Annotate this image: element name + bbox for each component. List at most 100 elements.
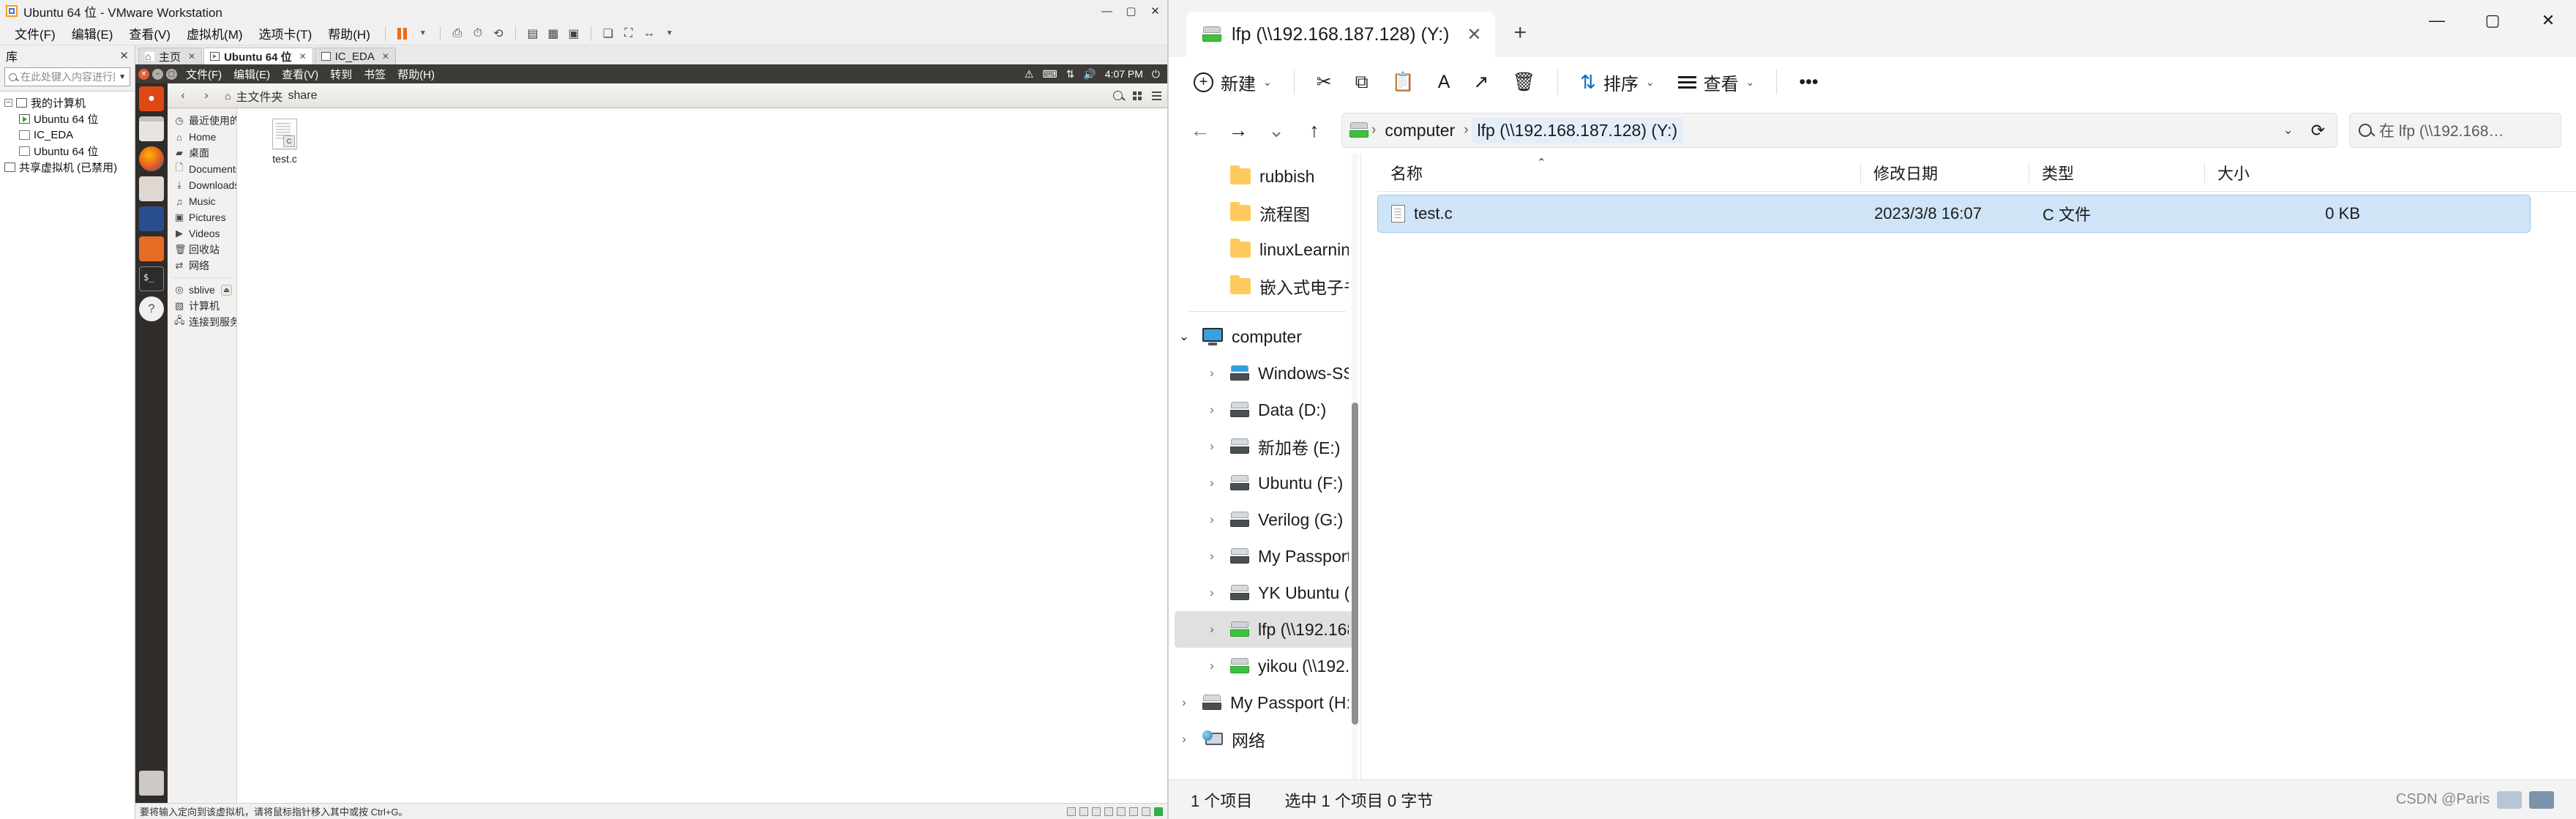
- view-button[interactable]: 查看 ⌄: [1668, 64, 1765, 100]
- network-icon[interactable]: ⇅: [1066, 68, 1075, 81]
- library-item-my-computer[interactable]: − 我的计算机: [0, 94, 135, 111]
- nav-item-windows-ssd-c[interactable]: › › Windows-SSD (C:): [1175, 355, 1355, 392]
- nav-item-yikou-network-drive[interactable]: › › yikou (\\192.168.1: [1175, 648, 1355, 684]
- nav-item-my-passport-h-root[interactable]: › My Passport (H:): [1175, 684, 1355, 721]
- nav-item-flowchart[interactable]: › › 流程图: [1175, 195, 1355, 231]
- help-icon[interactable]: [139, 296, 164, 321]
- sidebar-item-network[interactable]: ⇄ 网络: [168, 258, 236, 274]
- column-header-name[interactable]: 名称 ⌃: [1377, 154, 1860, 192]
- chevron-right-icon[interactable]: ›: [1202, 366, 1221, 381]
- suspend-vm-button[interactable]: [393, 24, 412, 43]
- chevron-right-icon[interactable]: ›: [1202, 659, 1221, 673]
- sidebar-item-home[interactable]: ⌂ Home: [168, 129, 236, 145]
- ubuntu-menu-help[interactable]: 帮助(H): [397, 67, 435, 82]
- copy-button[interactable]: ⧉: [1345, 64, 1379, 100]
- collapse-icon[interactable]: −: [4, 98, 12, 107]
- tab-close-icon[interactable]: ✕: [1467, 24, 1481, 45]
- column-header-type[interactable]: 类型: [2029, 154, 2204, 192]
- breadcrumb-current[interactable]: lfp (\\192.168.187.128) (Y:): [1471, 117, 1684, 143]
- rename-button[interactable]: A: [1428, 64, 1461, 100]
- sidebar-item-documents[interactable]: 🗋 Documents: [168, 161, 236, 177]
- column-header-size[interactable]: 大小: [2204, 154, 2373, 192]
- show-thumbnail-bar-icon[interactable]: ▦: [544, 24, 563, 43]
- display-dropdown-caret-icon[interactable]: ▼: [660, 24, 679, 43]
- ubuntu-menu-file[interactable]: 文件(F): [186, 67, 222, 82]
- tab-ubuntu-64[interactable]: Ubuntu 64 位 ✕: [203, 48, 313, 64]
- breadcrumb-computer[interactable]: computer: [1379, 118, 1461, 143]
- sort-button[interactable]: ⇅ 排序 ⌄: [1570, 64, 1665, 100]
- nav-item-computer[interactable]: ⌄ computer: [1175, 318, 1355, 355]
- nav-item-linuxlearning[interactable]: › › linuxLearning: [1175, 231, 1355, 268]
- search-icon[interactable]: [1113, 91, 1123, 100]
- nav-item-embedded-ebooks[interactable]: › › 嵌入式电子书: [1175, 268, 1355, 304]
- sidebar-item-sblive[interactable]: ◎ sblive ⏏: [168, 282, 236, 298]
- explorer-tab-lfp[interactable]: lfp (\\192.168.187.128) (Y:) ✕: [1186, 12, 1495, 57]
- list-view-icon[interactable]: [1152, 91, 1161, 100]
- terminal-icon[interactable]: [139, 266, 164, 291]
- address-bar[interactable]: › computer › lfp (\\192.168.187.128) (Y:…: [1341, 113, 2337, 148]
- close-icon[interactable]: ✕: [138, 68, 149, 80]
- usb-icon[interactable]: [1104, 807, 1113, 816]
- vmware-maximize-button[interactable]: ▢: [1119, 0, 1143, 22]
- share-button[interactable]: ↗: [1463, 64, 1499, 100]
- nautilus-file-area[interactable]: test.c: [237, 108, 1167, 803]
- more-options-button[interactable]: •••: [1789, 64, 1828, 100]
- library-search-box[interactable]: 在此处键入内容进行搜索 ▼: [4, 67, 130, 86]
- explorer-close-button[interactable]: ✕: [2520, 0, 2576, 41]
- minimize-icon[interactable]: −: [152, 68, 163, 80]
- nav-item-lfp-network-drive[interactable]: › › lfp (\\192.168.187.: [1175, 611, 1355, 648]
- chevron-right-icon[interactable]: ›: [1202, 403, 1221, 417]
- vm-power-status-icon[interactable]: [1154, 807, 1163, 816]
- chevron-right-icon[interactable]: ›: [1202, 439, 1221, 454]
- chevron-down-icon[interactable]: ⌄: [1646, 76, 1655, 89]
- fullscreen-icon[interactable]: ⛶: [619, 24, 638, 43]
- chevron-down-icon[interactable]: ⌄: [1746, 76, 1755, 89]
- table-row[interactable]: test.c 2023/3/8 16:07 C 文件 0 KB: [1377, 195, 2531, 233]
- clock-label[interactable]: 4:07 PM: [1105, 68, 1143, 80]
- keyboard-icon[interactable]: ⌨: [1042, 68, 1057, 81]
- ubuntu-menu-view[interactable]: 查看(V): [282, 67, 318, 82]
- sidebar-item-music[interactable]: ♫ Music: [168, 193, 236, 209]
- nav-item-rubbish[interactable]: › › rubbish: [1175, 158, 1355, 195]
- nav-item-network[interactable]: › 网络: [1175, 721, 1355, 758]
- back-button[interactable]: ‹: [173, 87, 192, 105]
- ubuntu-menu-bookmarks[interactable]: 书签: [364, 67, 386, 82]
- back-button[interactable]: ←: [1183, 113, 1217, 147]
- ubuntu-menu-edit[interactable]: 编辑(E): [233, 67, 270, 82]
- nav-item-new-volume-e[interactable]: › › 新加卷 (E:): [1175, 428, 1355, 465]
- new-tab-button[interactable]: +: [1514, 20, 1527, 45]
- show-console-icon[interactable]: ▣: [564, 24, 583, 43]
- delete-button[interactable]: 🗑: [1502, 64, 1546, 100]
- menu-tabs[interactable]: 选项卡(T): [252, 21, 320, 45]
- explorer-search-box[interactable]: 在 lfp (\\192.168…: [2349, 113, 2561, 148]
- details-view-icon[interactable]: [2497, 790, 2522, 809]
- maximize-icon[interactable]: ▢: [166, 68, 177, 80]
- network-adapter-icon[interactable]: [1092, 807, 1101, 816]
- vmware-minimize-button[interactable]: —: [1095, 0, 1119, 22]
- library-close-icon[interactable]: ✕: [119, 49, 129, 62]
- refresh-icon[interactable]: ⟳: [2307, 116, 2329, 145]
- large-icons-view-icon[interactable]: [2529, 790, 2554, 809]
- volume-icon[interactable]: 🔊: [1083, 68, 1096, 81]
- recent-locations-icon[interactable]: ⌄: [1259, 113, 1293, 147]
- cut-button[interactable]: ✂: [1306, 64, 1342, 100]
- forward-button[interactable]: ›: [197, 87, 216, 105]
- paste-button[interactable]: 📋: [1382, 64, 1425, 100]
- menu-view[interactable]: 查看(V): [121, 21, 178, 45]
- up-button[interactable]: ↑: [1298, 113, 1331, 147]
- tab-ic-eda[interactable]: IC_EDA ✕: [314, 48, 396, 64]
- menu-file[interactable]: 文件(F): [7, 21, 63, 45]
- sidebar-item-computer[interactable]: ▧ 计算机: [168, 298, 236, 314]
- icon-view-icon[interactable]: [1133, 91, 1142, 100]
- menu-help[interactable]: 帮助(H): [321, 21, 378, 45]
- power-icon[interactable]: ⏻: [1152, 68, 1160, 81]
- nav-item-verilog-g[interactable]: › › Verilog (G:): [1175, 501, 1355, 538]
- nav-item-yk-ubuntu-i[interactable]: › › YK Ubuntu (I:): [1175, 575, 1355, 611]
- library-item-shared-vms[interactable]: 共享虚拟机 (已禁用): [0, 159, 135, 175]
- forward-button[interactable]: →: [1221, 113, 1255, 147]
- thunderbird-icon[interactable]: [139, 176, 164, 201]
- sound-card-icon[interactable]: [1117, 807, 1126, 816]
- chevron-right-icon[interactable]: ›: [1175, 732, 1194, 747]
- sidebar-item-connect-to-server[interactable]: 🖧 连接到服务器: [168, 314, 236, 330]
- trash-icon[interactable]: [139, 771, 164, 796]
